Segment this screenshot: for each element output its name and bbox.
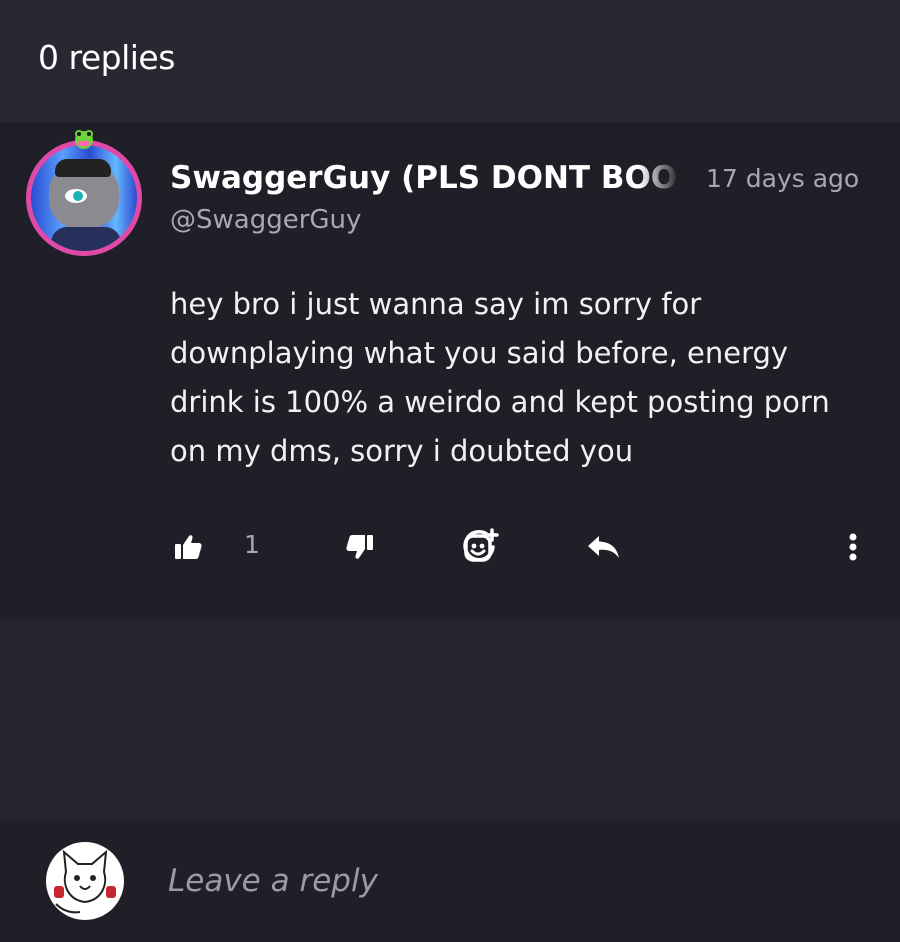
reply-arrow-icon: [588, 536, 619, 558]
current-user-avatar[interactable]: [46, 842, 124, 920]
comment-timestamp: 17 days ago: [706, 164, 860, 193]
like-count: 1: [244, 530, 260, 559]
avatar-wolf-body: [51, 227, 121, 251]
reply-input[interactable]: [168, 855, 848, 907]
replies-header: 0 replies: [0, 0, 900, 122]
reply-button[interactable]: [582, 524, 626, 570]
add-reaction-button[interactable]: [458, 524, 502, 570]
frog-badge-icon: [75, 130, 93, 149]
more-options-button[interactable]: [838, 524, 868, 570]
thumbs-down-icon: [346, 535, 373, 559]
cat-avatar-icon: [54, 849, 116, 914]
more-vertical-icon: [849, 533, 857, 561]
commenter-avatar[interactable]: [26, 140, 142, 256]
comment-handle[interactable]: @SwaggerGuy: [170, 205, 361, 235]
avatar-image: [31, 145, 137, 251]
replies-count-title: 0 replies: [38, 38, 175, 77]
comment-text: hey bro i just wanna say im sorry for do…: [170, 287, 830, 468]
avatar-wolf-eye: [65, 189, 87, 203]
thumbs-up-icon: [175, 535, 202, 559]
comment-username[interactable]: SwaggerGuy (PLS DONT BOO: [170, 160, 680, 204]
dislike-button[interactable]: [340, 524, 380, 570]
like-button[interactable]: [168, 524, 208, 570]
avatar-wolf-cap: [55, 159, 111, 177]
add-reaction-icon: [463, 528, 499, 562]
comment-actions-bar: [0, 524, 900, 570]
